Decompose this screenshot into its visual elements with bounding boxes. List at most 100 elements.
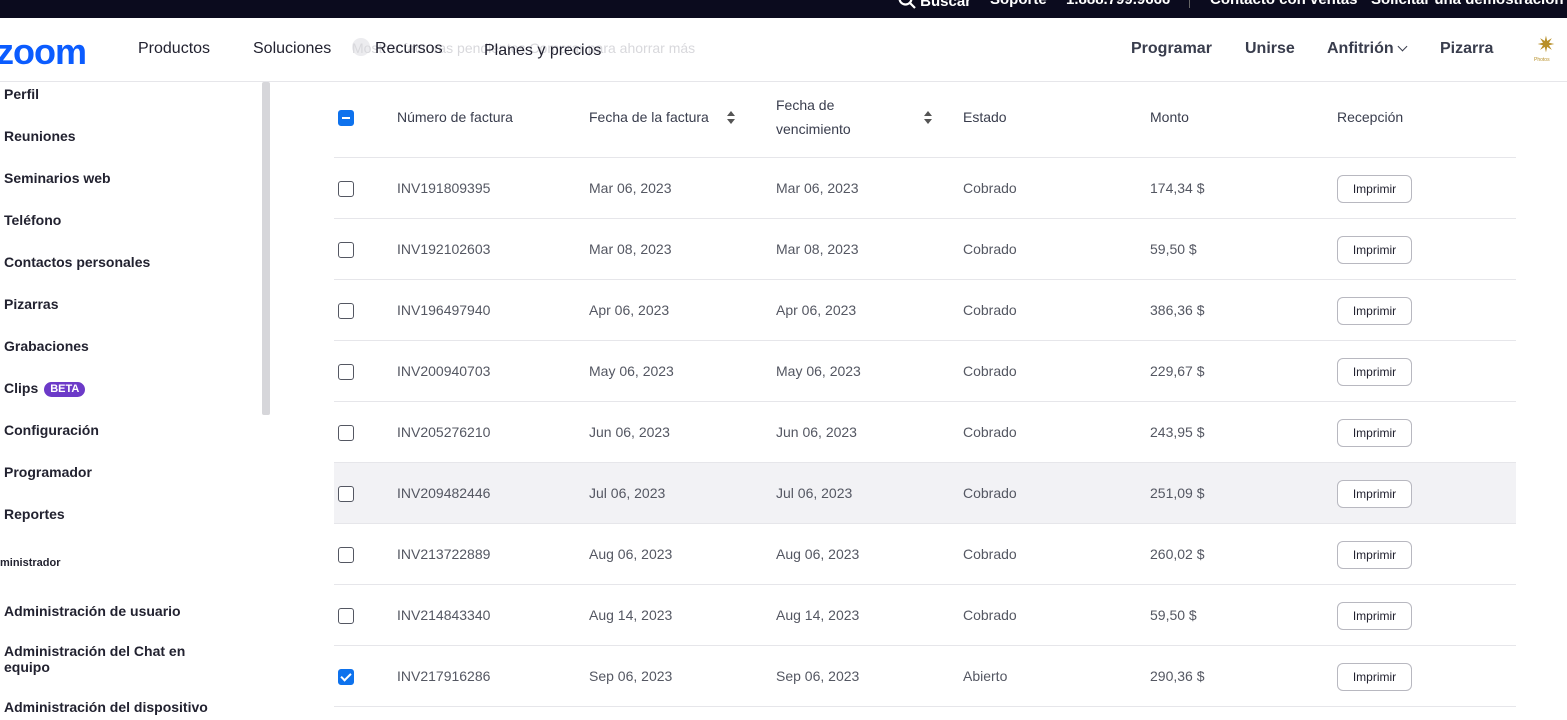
row-checkbox[interactable]: [338, 425, 354, 441]
nav-recursos[interactable]: Recursos: [375, 40, 443, 58]
invoice-date-cell: Apr 06, 2023: [589, 302, 670, 318]
col-invoice-date-label: Fecha de la factura: [589, 109, 709, 125]
sidebar-item-perfil[interactable]: Perfil: [4, 86, 39, 102]
print-button[interactable]: Imprimir: [1337, 541, 1412, 569]
row-checkbox[interactable]: [338, 181, 354, 197]
print-button[interactable]: Imprimir: [1337, 602, 1412, 630]
table-row[interactable]: INV200940703 May 06, 2023 May 06, 2023 Cobr…: [334, 341, 1516, 402]
invoice-number-cell: INV205276210: [397, 424, 491, 440]
table-row[interactable]: INV209482446 Jul 06, 2023 Jul 06, 2023 Cobr…: [334, 463, 1516, 524]
sidebar-item-clips[interactable]: Clips BETA: [4, 380, 86, 397]
sidebar-item-admin-usuario[interactable]: Administración de usuario: [4, 603, 181, 619]
row-checkbox[interactable]: [338, 242, 354, 258]
due-date-cell: Mar 06, 2023: [776, 180, 859, 196]
contact-sales-link[interactable]: Contacto con ventas: [1210, 0, 1358, 8]
amount-cell: 290,36 $: [1150, 668, 1205, 684]
table-row[interactable]: INV196497940 Apr 06, 2023 Apr 06, 2023 Cobr…: [334, 280, 1516, 341]
nav-unirse[interactable]: Unirse: [1245, 40, 1295, 58]
row-checkbox[interactable]: [338, 608, 354, 624]
nav-anfitrion[interactable]: Anfitrión: [1327, 40, 1408, 58]
print-button[interactable]: Imprimir: [1337, 175, 1412, 203]
print-button[interactable]: Imprimir: [1337, 358, 1412, 386]
invoice-date-cell: Mar 08, 2023: [589, 241, 672, 257]
nav-anfitrion-label: Anfitrión: [1327, 40, 1394, 57]
invoice-date-cell: Mar 06, 2023: [589, 180, 672, 196]
table-row[interactable]: INV213722889 Aug 06, 2023 Aug 06, 2023 Cobr…: [334, 524, 1516, 585]
due-date-cell: Aug 06, 2023: [776, 546, 860, 562]
nav-programar[interactable]: Programar: [1131, 40, 1212, 58]
status-cell: Cobrado: [963, 180, 1017, 196]
row-checkbox[interactable]: [338, 669, 354, 685]
col-amount: Monto: [1150, 109, 1189, 125]
row-checkbox[interactable]: [338, 303, 354, 319]
table-row[interactable]: INV214843340 Aug 14, 2023 Aug 14, 2023 Cobr…: [334, 585, 1516, 646]
amount-cell: 59,50 $: [1150, 607, 1197, 623]
top-utility-bar: Buscar Soporte 1.888.799.9666 Contacto c…: [0, 0, 1567, 18]
row-checkbox[interactable]: [338, 486, 354, 502]
sidebar-scrollbar[interactable]: [262, 82, 270, 415]
status-cell: Cobrado: [963, 241, 1017, 257]
status-cell: Cobrado: [963, 302, 1017, 318]
sidebar-item-admin-dispositivo[interactable]: Administración del dispositivo: [4, 699, 208, 715]
print-button[interactable]: Imprimir: [1337, 236, 1412, 264]
search-link[interactable]: Buscar: [898, 0, 971, 10]
row-checkbox[interactable]: [338, 547, 354, 563]
sidebar-item-reuniones[interactable]: Reuniones: [4, 128, 76, 144]
invoice-number-cell: INV214843340: [397, 607, 491, 623]
amount-cell: 251,09 $: [1150, 485, 1205, 501]
sidebar-item-configuracion[interactable]: Configuración: [4, 422, 99, 438]
sidebar-item-telefono[interactable]: Teléfono: [4, 212, 61, 228]
select-all-checkbox[interactable]: [338, 110, 354, 126]
sidebar-item-seminarios-web[interactable]: Seminarios web: [4, 170, 111, 186]
status-cell: Cobrado: [963, 485, 1017, 501]
invoice-number-cell: INV196497940: [397, 302, 491, 318]
due-date-cell: Jun 06, 2023: [776, 424, 857, 440]
col-due-date[interactable]: Fecha de vencimiento: [776, 93, 886, 141]
request-demo-link[interactable]: Solicitar una demostración: [1371, 0, 1564, 8]
chevron-down-icon: [1397, 41, 1408, 52]
zoom-logo[interactable]: zoom: [0, 31, 87, 73]
row-checkbox[interactable]: [338, 364, 354, 380]
col-invoice-date[interactable]: Fecha de la factura: [589, 105, 709, 129]
invoice-number-cell: INV191809395: [397, 180, 491, 196]
sidebar-item-clips-label: Clips: [4, 380, 39, 396]
table-row[interactable]: INV205276210 Jun 06, 2023 Jun 06, 2023 Cobr…: [334, 402, 1516, 463]
amount-cell: 260,02 $: [1150, 546, 1205, 562]
sidebar-item-pizarras[interactable]: Pizarras: [4, 296, 58, 312]
invoice-number-cell: INV192102603: [397, 241, 491, 257]
invoice-number-cell: INV200940703: [397, 363, 491, 379]
invoice-date-cell: Aug 14, 2023: [589, 607, 673, 623]
amount-cell: 59,50 $: [1150, 241, 1197, 257]
sort-invoice-date-icon[interactable]: [727, 111, 735, 125]
print-button[interactable]: Imprimir: [1337, 297, 1412, 325]
print-button[interactable]: Imprimir: [1337, 480, 1412, 508]
sidebar-item-admin-chat[interactable]: Administración del Chat en equipo: [4, 643, 204, 675]
status-cell: Cobrado: [963, 546, 1017, 562]
print-button[interactable]: Imprimir: [1337, 419, 1412, 447]
invoice-number-cell: INV213722889: [397, 546, 491, 562]
phone-number[interactable]: 1.888.799.9666: [1066, 0, 1170, 8]
print-button[interactable]: Imprimir: [1337, 663, 1412, 691]
table-row[interactable]: INV192102603 Mar 08, 2023 Mar 08, 2023 Cobr…: [334, 219, 1516, 280]
search-icon: [898, 0, 916, 9]
invoice-number-cell: INV217916286: [397, 668, 491, 684]
nav-productos[interactable]: Productos: [138, 40, 210, 58]
invoice-date-cell: Sep 06, 2023: [589, 668, 673, 684]
nav-pizarra[interactable]: Pizarra: [1440, 40, 1493, 58]
support-link[interactable]: Soporte: [990, 0, 1047, 8]
sidebar-item-reportes[interactable]: Reportes: [4, 506, 65, 522]
avatar[interactable]: ✷ Photos: [1530, 30, 1562, 66]
table-row[interactable]: INV217916286 Sep 06, 2023 Sep 06, 2023 Abie…: [334, 646, 1516, 707]
sidebar-item-contactos-personales[interactable]: Contactos personales: [4, 254, 150, 270]
invoice-number-cell: INV209482446: [397, 485, 491, 501]
table-row[interactable]: INV191809395 Mar 06, 2023 Mar 06, 2023 Cobr…: [334, 158, 1516, 219]
main-header: zoom Mostrar facturas pendientes Comprar…: [0, 18, 1567, 82]
sidebar-item-programador[interactable]: Programador: [4, 464, 92, 480]
table-header: Número de factura Fecha de la factura Fe…: [334, 82, 1516, 158]
nav-soluciones[interactable]: Soluciones: [253, 40, 331, 58]
invoice-date-cell: Aug 06, 2023: [589, 546, 673, 562]
sidebar-item-grabaciones[interactable]: Grabaciones: [4, 338, 89, 354]
sort-due-date-icon[interactable]: [924, 111, 932, 125]
beta-badge: BETA: [44, 382, 86, 397]
nav-planes-precios[interactable]: Planes y precios: [484, 42, 601, 60]
